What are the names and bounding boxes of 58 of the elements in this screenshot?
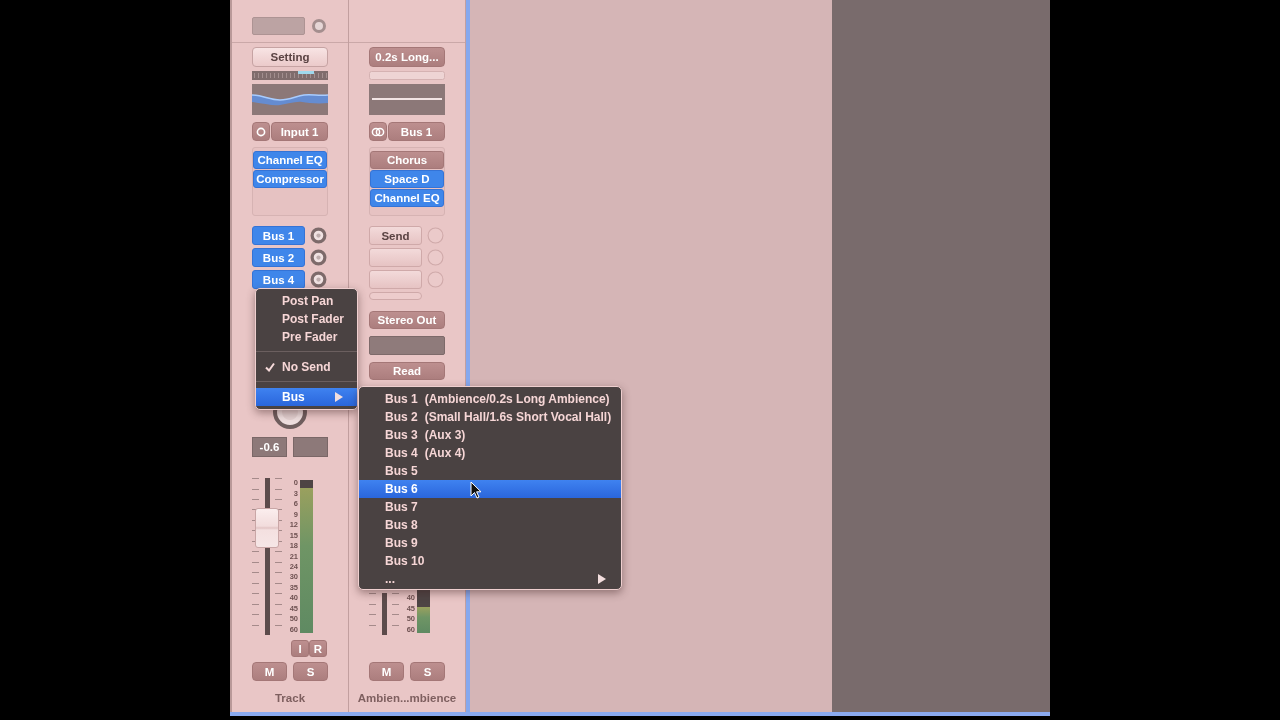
eq-graph[interactable]: [252, 71, 328, 115]
ring-icon: [311, 17, 327, 34]
menu-item[interactable]: Post Pan: [256, 292, 357, 310]
channel-name: Track: [273, 691, 307, 706]
submenu-arrow-icon: [335, 392, 343, 402]
send-knob[interactable]: [310, 227, 327, 244]
send-knob[interactable]: [310, 271, 327, 288]
readout-field[interactable]: [293, 437, 328, 457]
submenu-arrow-icon: [598, 574, 606, 584]
setting-button[interactable]: 0.2s Long...: [369, 47, 445, 67]
cursor-icon: [470, 481, 482, 499]
output-button[interactable]: Stereo Out: [369, 311, 445, 329]
menu-item[interactable]: Bus 10: [359, 552, 621, 570]
send-slot[interactable]: [369, 248, 422, 267]
menu-item[interactable]: Bus 3 (Aux 3): [359, 426, 621, 444]
input-button[interactable]: Bus 1: [388, 122, 445, 141]
menu-item[interactable]: Bus 8: [359, 516, 621, 534]
input-button[interactable]: Input 1: [271, 122, 328, 141]
plugin-slot[interactable]: Channel EQ: [253, 151, 327, 169]
fader-cap[interactable]: [255, 508, 279, 549]
group-field[interactable]: [369, 336, 445, 355]
menu-item[interactable]: Post Fader: [256, 310, 357, 328]
menu-item[interactable]: No Send: [256, 358, 357, 376]
send-slot[interactable]: Bus 4: [252, 270, 305, 289]
send-knob[interactable]: [310, 249, 327, 266]
send-slot[interactable]: Send: [369, 226, 422, 245]
plugin-slot[interactable]: Compressor: [253, 170, 327, 188]
menu-item[interactable]: Bus 2 (Small Hall/1.6s Short Vocal Hall): [359, 408, 621, 426]
volume-readout[interactable]: -0.6: [252, 437, 287, 457]
menu-item[interactable]: Bus 6: [359, 480, 621, 498]
monitor-button[interactable]: I: [291, 640, 309, 657]
record-button[interactable]: R: [309, 640, 327, 657]
input-field[interactable]: [252, 16, 305, 35]
mute-button[interactable]: M: [369, 662, 404, 681]
plugin-slot[interactable]: Space D: [370, 170, 444, 188]
mute-button[interactable]: M: [252, 662, 287, 681]
checkmark-icon: [265, 362, 275, 372]
send-slot[interactable]: Bus 2: [252, 248, 305, 267]
menu-item[interactable]: ...: [359, 570, 621, 588]
format-button[interactable]: [252, 122, 270, 141]
menu-item[interactable]: Bus: [256, 388, 357, 406]
eq-graph[interactable]: [369, 71, 445, 115]
menu-item[interactable]: Bus 7: [359, 498, 621, 516]
automation-button[interactable]: Read: [369, 362, 445, 380]
menu-item[interactable]: Pre Fader: [256, 328, 357, 346]
send-slot[interactable]: [369, 270, 422, 289]
menu-item[interactable]: Bus 9: [359, 534, 621, 552]
solo-button[interactable]: S: [410, 662, 445, 681]
menu-item[interactable]: Bus 1 (Ambience/0.2s Long Ambience): [359, 390, 621, 408]
plugin-slot[interactable]: Chorus: [370, 151, 444, 169]
send-slot[interactable]: Bus 1: [252, 226, 305, 245]
plugin-slot[interactable]: Channel EQ: [370, 189, 444, 207]
format-button[interactable]: [369, 122, 387, 141]
solo-button[interactable]: S: [293, 662, 328, 681]
setting-button[interactable]: Setting: [252, 47, 328, 67]
menu-item[interactable]: Bus 5: [359, 462, 621, 480]
menu-item[interactable]: Bus 4 (Aux 4): [359, 444, 621, 462]
channel-name: Ambien...mbience: [356, 691, 458, 706]
